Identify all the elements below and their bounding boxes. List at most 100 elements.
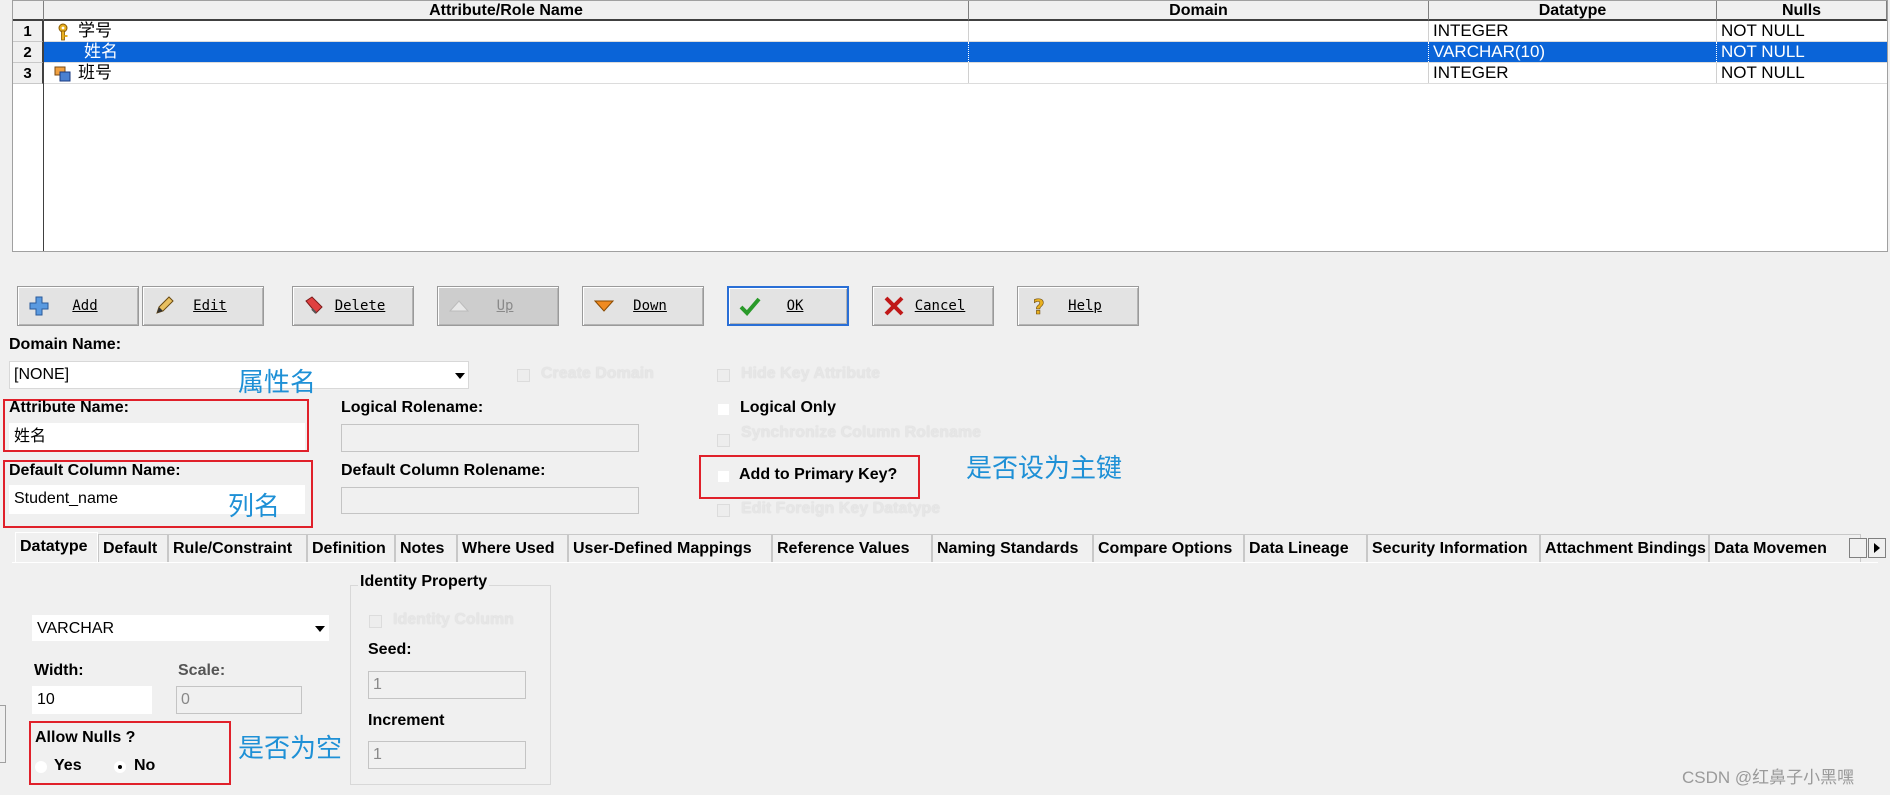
delete-button[interactable]: Delete (292, 286, 414, 326)
default-column-name-label: Default Column Name: (9, 462, 181, 479)
seed-input[interactable]: 1 (368, 671, 526, 699)
row-number[interactable]: 2 (13, 42, 43, 63)
property-tabs: Datatype Default Rule/Constraint Definition… (12, 532, 1878, 563)
column-name-annotation: 列名 (228, 492, 281, 522)
table-row[interactable]: 学号 INTEGER NOT NULL (44, 21, 1887, 42)
chevron-down-icon (315, 626, 325, 632)
tab-notes[interactable]: Notes (395, 534, 457, 562)
cell-attribute-name: 学号 (44, 21, 969, 41)
add-to-primary-key-label: Add to Primary Key? (739, 466, 898, 483)
create-domain-label: Create Domain (541, 365, 654, 382)
edit-button[interactable]: Edit (142, 286, 264, 326)
up-button-label: Up (496, 298, 514, 314)
width-label: Width: (34, 662, 84, 679)
attribute-name-text: 学号 (78, 21, 112, 40)
width-input[interactable]: 10 (32, 686, 152, 714)
tab-where-used[interactable]: Where Used (457, 534, 568, 562)
identity-property-title: Identity Property (358, 573, 490, 591)
eraser-icon (301, 293, 327, 319)
down-button-label: Down (633, 298, 667, 314)
tab-rule-constraint[interactable]: Rule/Constraint (168, 534, 307, 562)
hide-key-attribute-checkbox[interactable] (717, 369, 730, 382)
cell-datatype: INTEGER (1429, 21, 1717, 41)
triangle-right-icon (1874, 543, 1880, 553)
cell-nulls: NOT NULL (1721, 42, 1805, 61)
arrow-down-icon (591, 293, 617, 319)
plus-icon (26, 293, 52, 319)
attribute-name-annotation: 属性名 (238, 368, 317, 398)
tab-reference-values[interactable]: Reference Values (772, 534, 932, 562)
edit-foreign-key-datatype-label: Edit Foreign Key Datatype (741, 500, 941, 517)
tab-scroll-right[interactable] (1868, 538, 1886, 558)
primary-key-annotation: 是否设为主键 (966, 454, 1123, 484)
create-domain-checkbox[interactable] (517, 369, 530, 382)
hide-key-attribute-label: Hide Key Attribute (741, 365, 880, 382)
datatype-value: VARCHAR (37, 620, 115, 637)
column-header-domain[interactable]: Domain (969, 1, 1429, 21)
cell-datatype: VARCHAR(10) (1429, 42, 1717, 62)
logical-rolename-input[interactable] (341, 424, 639, 452)
grid-corner (13, 1, 44, 21)
identity-column-label: Identity Column (393, 611, 514, 628)
question-icon: ? (1026, 293, 1052, 319)
logical-only-checkbox[interactable] (717, 403, 730, 416)
tab-naming-standards[interactable]: Naming Standards (932, 534, 1093, 562)
checkmark-icon (737, 293, 763, 319)
identity-column-checkbox[interactable] (369, 615, 382, 628)
attribute-name-label: Attribute Name: (9, 399, 130, 416)
help-button[interactable]: ? Help (1017, 286, 1139, 326)
primary-key-icon (58, 23, 68, 40)
column-header-attribute-role-name[interactable]: Attribute/Role Name (44, 1, 969, 21)
tab-data-lineage[interactable]: Data Lineage (1244, 534, 1367, 562)
tab-security-information[interactable]: Security Information (1367, 534, 1540, 562)
scale-input[interactable]: 0 (176, 686, 302, 714)
tab-default[interactable]: Default (98, 534, 168, 562)
synchronize-rolename-checkbox[interactable] (717, 434, 730, 447)
synchronize-rolename-label: Synchronize Column Rolename (741, 424, 982, 441)
ok-button[interactable]: OK (727, 286, 849, 326)
row-number[interactable]: 3 (13, 63, 43, 84)
allow-nulls-no-radio[interactable] (114, 761, 126, 773)
left-edge-handle[interactable] (0, 705, 6, 763)
row-number[interactable]: 1 (13, 21, 43, 42)
seed-label: Seed: (368, 641, 412, 658)
add-button-label: Add (72, 298, 98, 314)
scale-label: Scale: (178, 662, 226, 679)
ok-button-label: OK (786, 298, 804, 314)
add-to-primary-key-checkbox[interactable] (717, 470, 730, 483)
attribute-name-input[interactable]: 姓名 (9, 423, 305, 450)
column-header-nulls[interactable]: Nulls (1717, 1, 1887, 21)
cancel-button[interactable]: Cancel (872, 286, 994, 326)
attribute-grid[interactable]: Attribute/Role Name Domain Datatype Null… (12, 0, 1888, 252)
allow-nulls-no-label: No (134, 757, 156, 774)
datatype-select[interactable]: VARCHAR (32, 615, 329, 641)
increment-label: Increment (368, 712, 445, 729)
tab-attachment-bindings[interactable]: Attachment Bindings (1540, 534, 1709, 562)
tab-definition[interactable]: Definition (307, 534, 395, 562)
tab-user-defined-mappings[interactable]: User-Defined Mappings (568, 534, 772, 562)
help-button-label: Help (1068, 298, 1102, 314)
close-icon (881, 293, 907, 319)
add-button[interactable]: Add (17, 286, 139, 326)
tab-scroll-left[interactable] (1849, 538, 1867, 558)
tab-datatype[interactable]: Datatype (15, 532, 98, 563)
foreign-key-icon (54, 66, 71, 82)
default-column-rolename-input[interactable] (341, 487, 639, 514)
cell-nulls: NOT NULL (1721, 21, 1805, 40)
allow-nulls-yes-radio[interactable] (35, 761, 47, 773)
down-button[interactable]: Down (582, 286, 704, 326)
allow-nulls-annotation: 是否为空 (238, 734, 343, 764)
cell-attribute-name: 姓名 (44, 42, 969, 62)
edit-foreign-key-datatype-checkbox[interactable] (717, 504, 730, 517)
column-header-datatype[interactable]: Datatype (1429, 1, 1717, 21)
table-row[interactable]: 姓名 VARCHAR(10) NOT NULL (44, 42, 1887, 63)
watermark: CSDN @红鼻子小黑嘿 (1682, 768, 1855, 787)
tab-compare-options[interactable]: Compare Options (1093, 534, 1244, 562)
arrow-up-icon (446, 293, 472, 319)
up-button[interactable]: Up (437, 286, 559, 326)
increment-input[interactable]: 1 (368, 741, 526, 769)
cell-domain (969, 63, 1429, 83)
logical-rolename-label: Logical Rolename: (341, 399, 484, 416)
table-row[interactable]: 班号 INTEGER NOT NULL (44, 63, 1887, 84)
tab-data-movemen[interactable]: Data Movemen (1709, 534, 1861, 562)
